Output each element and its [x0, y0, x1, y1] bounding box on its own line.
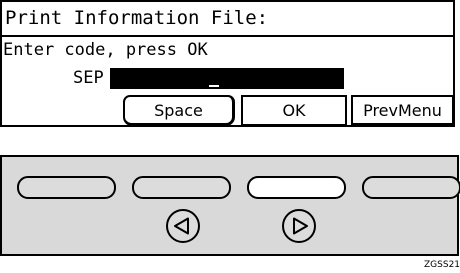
hardware-keypad: [0, 155, 460, 256]
screen-title: Print Information File:: [2, 2, 453, 37]
selection-key-2[interactable]: [132, 176, 231, 199]
ok-button[interactable]: OK: [241, 95, 347, 126]
right-arrow-icon[interactable]: [281, 208, 317, 244]
left-arrow-icon[interactable]: [165, 208, 201, 244]
prev-menu-button[interactable]: PrevMenu: [351, 95, 455, 126]
lcd-display: Print Information File: Enter code, pres…: [0, 0, 455, 127]
figure-code: ZGSS210: [424, 260, 460, 270]
space-button[interactable]: Space: [123, 95, 235, 126]
selection-key-3[interactable]: [247, 176, 346, 199]
code-entry-row: SEP 11111111: [73, 67, 344, 109]
code-label: SEP: [73, 68, 104, 88]
instruction-text: Enter code, press OK: [3, 40, 208, 60]
selection-key-1[interactable]: [17, 176, 116, 199]
selection-key-4[interactable]: [362, 176, 460, 199]
text-cursor: [208, 84, 219, 87]
code-input[interactable]: 11111111: [109, 67, 344, 109]
